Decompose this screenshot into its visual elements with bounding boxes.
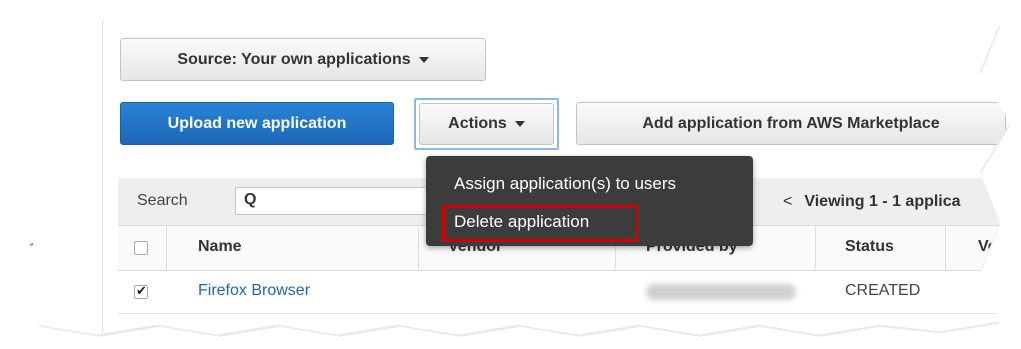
version-value: 1: [998, 282, 1007, 299]
application-name-link[interactable]: Firefox Browser: [198, 282, 310, 300]
screenshot-frame: ger Source: Your own applications Upload…: [6, 9, 1010, 335]
column-divider: [945, 226, 946, 270]
sidebar-partial-text: ger: [6, 238, 34, 259]
add-from-marketplace-button[interactable]: Add application from AWS Marketplace: [576, 102, 1006, 145]
search-input[interactable]: Q: [235, 187, 435, 215]
source-dropdown-label: Source: Your own applications: [177, 50, 411, 68]
chevron-down-icon: [514, 121, 525, 127]
row-checkbox[interactable]: ✔: [134, 283, 148, 299]
upload-button-label: Upload new application: [167, 114, 347, 132]
status-value: CREATED: [845, 282, 921, 299]
redacted-provider: [646, 284, 796, 300]
actions-button-label: Actions: [448, 115, 507, 132]
select-all-checkbox[interactable]: [134, 241, 148, 255]
app-content: ger Source: Your own applications Upload…: [6, 9, 1010, 335]
column-divider: [166, 226, 167, 270]
viewing-text: Viewing 1 - 1 applica: [804, 193, 961, 210]
column-header-status[interactable]: Status: [845, 238, 894, 256]
chevron-down-icon: [418, 56, 429, 63]
sidebar-divider: [102, 9, 103, 335]
column-divider: [418, 226, 419, 270]
chevron-left-icon[interactable]: <: [783, 193, 792, 210]
table-row[interactable]: ✔ Firefox Browser CREATED 1: [118, 271, 1010, 314]
checkmark-icon: ✔: [136, 283, 147, 298]
pagination-info: < Viewing 1 - 1 applica: [783, 193, 961, 211]
search-icon: Q: [244, 191, 257, 208]
menu-item-assign-applications[interactable]: Assign application(s) to users: [454, 174, 676, 194]
search-label: Search: [137, 192, 188, 209]
upload-new-application-button[interactable]: Upload new application: [120, 102, 394, 145]
column-divider: [815, 226, 816, 270]
delete-application-highlight: [442, 205, 638, 242]
actions-button[interactable]: Actions: [419, 103, 554, 145]
marketplace-button-label: Add application from AWS Marketplace: [642, 114, 940, 132]
column-header-name[interactable]: Name: [198, 238, 242, 256]
source-dropdown[interactable]: Source: Your own applications: [120, 38, 486, 81]
